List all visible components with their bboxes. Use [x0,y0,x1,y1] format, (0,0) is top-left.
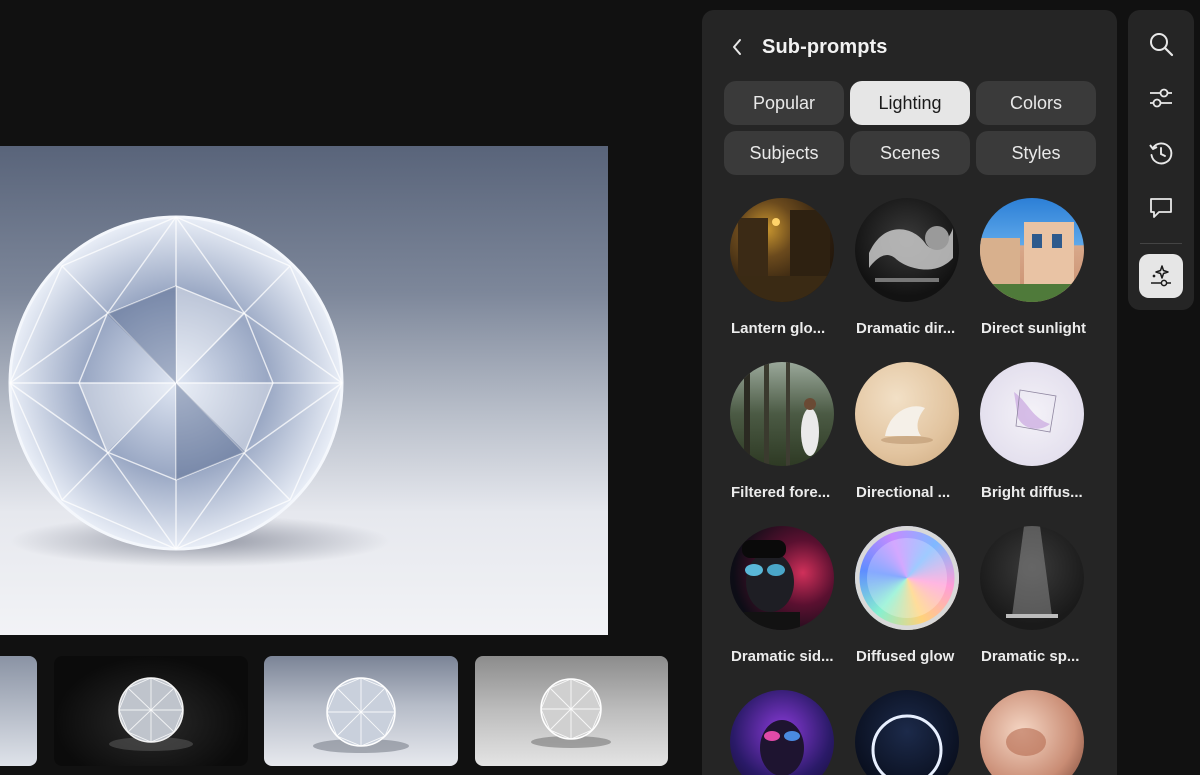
history-button[interactable] [1139,131,1183,175]
comments-button[interactable] [1139,186,1183,230]
sub-prompts-panel: Sub-prompts Popular Lighting Colors Subj… [702,10,1117,775]
sub-prompt-card[interactable]: Lantern glo... [724,198,849,337]
sub-prompt-thumbnail [730,198,834,302]
sub-prompt-label: Filtered fore... [731,484,831,501]
back-button[interactable] [724,32,750,62]
tab-scenes[interactable]: Scenes [850,131,970,175]
thumbnail-variation[interactable] [54,656,248,766]
category-tabs: Popular Lighting Colors Subjects Scenes … [724,81,1096,175]
sub-prompt-card[interactable]: Filtered fore... [724,362,849,501]
sub-prompt-thumbnail [855,690,959,775]
sub-prompt-thumbnail [855,198,959,302]
thumbnail-variation[interactable] [264,656,458,766]
sliders-icon [1150,88,1172,108]
sub-prompt-card[interactable]: Dramatic dir... [849,198,974,337]
app-window: Sub-prompts Popular Lighting Colors Subj… [0,0,1200,775]
sub-prompt-card[interactable] [974,690,1099,775]
adjustments-button[interactable] [1139,76,1183,120]
tab-styles[interactable]: Styles [976,131,1096,175]
sub-prompt-grid: Lantern glo... Dramatic dir... Direct su… [724,198,1104,775]
sub-prompt-card[interactable]: Dramatic sp... [974,526,1099,665]
sub-prompt-label: Dramatic dir... [856,320,956,337]
comment-icon [1150,198,1172,218]
tab-subjects[interactable]: Subjects [724,131,844,175]
tab-lighting[interactable]: Lighting [850,81,970,125]
thumbnail-variation[interactable] [0,656,37,766]
sub-prompt-label: Diffused glow [856,648,955,665]
sub-prompt-thumbnail [980,690,1084,775]
sub-prompt-card[interactable]: Direct sunlight [974,198,1099,337]
sub-prompt-thumbnail [980,526,1084,630]
sub-prompt-card[interactable]: Diffused glow [849,526,974,665]
sub-prompt-label: Directional ... [856,484,951,501]
sub-prompt-card[interactable]: Directional ... [849,362,974,501]
sub-prompt-label: Bright diffus... [981,484,1083,501]
tab-popular[interactable]: Popular [724,81,844,125]
sub-prompt-label: Direct sunlight [981,320,1087,337]
sub-prompt-thumbnail [855,526,959,630]
sub-prompt-card[interactable] [724,690,849,775]
thumbnail-variation[interactable] [475,656,668,766]
tab-colors[interactable]: Colors [976,81,1096,125]
search-icon [1150,33,1174,57]
search-button[interactable] [1139,22,1183,66]
sub-prompt-card[interactable]: Bright diffus... [974,362,1099,501]
history-icon [1149,142,1173,165]
sparkle-adjust-icon [1151,265,1171,287]
sub-prompt-thumbnail [980,362,1084,466]
sub-prompt-label: Dramatic sp... [981,648,1080,665]
sub-prompt-thumbnail [730,362,834,466]
main-image-diamond[interactable] [0,146,608,635]
sub-prompts-button[interactable] [1139,254,1183,298]
sub-prompt-label: Dramatic sid... [731,648,834,665]
chevron-left-icon [733,39,741,55]
panel-header: Sub-prompts [724,32,888,62]
rail-divider [1140,243,1182,244]
sub-prompt-thumbnail [730,690,834,775]
panel-title: Sub-prompts [762,35,888,58]
sub-prompt-thumbnail [980,198,1084,302]
sub-prompt-thumbnail [855,362,959,466]
sub-prompt-thumbnail [730,526,834,630]
sub-prompt-label: Lantern glo... [731,320,826,337]
sub-prompt-card[interactable]: Dramatic sid... [724,526,849,665]
sub-prompt-card[interactable] [849,690,974,775]
tool-rail [1128,10,1194,310]
